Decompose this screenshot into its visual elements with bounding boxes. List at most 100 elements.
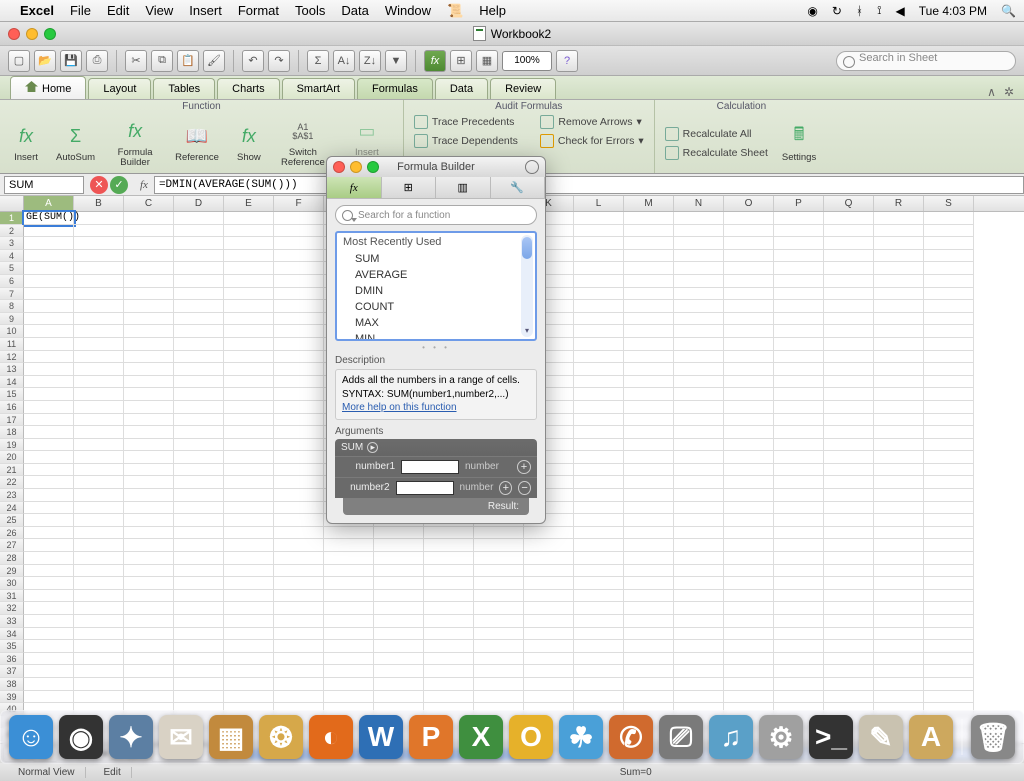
- cell[interactable]: [624, 288, 674, 301]
- cell[interactable]: [924, 489, 974, 502]
- cell[interactable]: [624, 514, 674, 527]
- cell[interactable]: [774, 602, 824, 615]
- menu-tools[interactable]: Tools: [295, 3, 325, 18]
- cell[interactable]: [724, 489, 774, 502]
- cell[interactable]: [74, 250, 124, 263]
- cell[interactable]: [624, 464, 674, 477]
- col-header-R[interactable]: R: [874, 196, 924, 211]
- cell[interactable]: [924, 376, 974, 389]
- cell[interactable]: [624, 527, 674, 540]
- cell[interactable]: [274, 262, 324, 275]
- cell[interactable]: [124, 628, 174, 641]
- cell[interactable]: [674, 489, 724, 502]
- cell[interactable]: [674, 388, 724, 401]
- cell[interactable]: [274, 363, 324, 376]
- cell[interactable]: [274, 665, 324, 678]
- trace-precedents-button[interactable]: Trace Precedents: [410, 113, 518, 131]
- cell[interactable]: [524, 602, 574, 615]
- cell[interactable]: [74, 451, 124, 464]
- cell[interactable]: [774, 464, 824, 477]
- cell[interactable]: [774, 451, 824, 464]
- row-header-20[interactable]: 20: [0, 451, 24, 464]
- cell[interactable]: [474, 678, 524, 691]
- cell[interactable]: [824, 426, 874, 439]
- cell[interactable]: [324, 628, 374, 641]
- cell[interactable]: [774, 590, 824, 603]
- cell[interactable]: [174, 678, 224, 691]
- cell[interactable]: [74, 414, 124, 427]
- cell[interactable]: [674, 401, 724, 414]
- cell[interactable]: [124, 225, 174, 238]
- col-header-Q[interactable]: Q: [824, 196, 874, 211]
- save-button[interactable]: 💾: [60, 50, 82, 72]
- cell[interactable]: [924, 363, 974, 376]
- cell[interactable]: [924, 602, 974, 615]
- cell[interactable]: [774, 678, 824, 691]
- cell[interactable]: [574, 225, 624, 238]
- cell[interactable]: [74, 565, 124, 578]
- cell[interactable]: [174, 388, 224, 401]
- cell[interactable]: [874, 250, 924, 263]
- cell[interactable]: [374, 628, 424, 641]
- row-header-35[interactable]: 35: [0, 640, 24, 653]
- cell[interactable]: [174, 653, 224, 666]
- cell[interactable]: [774, 250, 824, 263]
- cell[interactable]: [174, 237, 224, 250]
- cell[interactable]: [674, 615, 724, 628]
- cell[interactable]: [724, 275, 774, 288]
- cell[interactable]: [24, 439, 74, 452]
- cell[interactable]: [674, 665, 724, 678]
- cell[interactable]: [74, 653, 124, 666]
- cell[interactable]: [874, 552, 924, 565]
- cell[interactable]: [574, 275, 624, 288]
- cell[interactable]: [924, 502, 974, 515]
- cell[interactable]: [874, 653, 924, 666]
- cell[interactable]: [24, 426, 74, 439]
- cell[interactable]: [124, 489, 174, 502]
- row-header-5[interactable]: 5: [0, 262, 24, 275]
- cell[interactable]: [74, 376, 124, 389]
- dock-communicator[interactable]: ✆: [609, 715, 653, 759]
- cell[interactable]: [24, 653, 74, 666]
- cell[interactable]: [224, 351, 274, 364]
- cell[interactable]: [874, 237, 924, 250]
- col-header-S[interactable]: S: [924, 196, 974, 211]
- cell[interactable]: [174, 665, 224, 678]
- formula-builder-titlebar[interactable]: Formula Builder: [327, 157, 545, 177]
- cell[interactable]: [24, 539, 74, 552]
- row-header-10[interactable]: 10: [0, 325, 24, 338]
- cell[interactable]: [874, 464, 924, 477]
- cell[interactable]: [724, 237, 774, 250]
- cell[interactable]: [24, 464, 74, 477]
- window-close[interactable]: [8, 28, 20, 40]
- cell[interactable]: [624, 401, 674, 414]
- cell[interactable]: [424, 565, 474, 578]
- dock-itunes[interactable]: ♫: [709, 715, 753, 759]
- cell[interactable]: [824, 376, 874, 389]
- cell[interactable]: [374, 527, 424, 540]
- cell[interactable]: [724, 288, 774, 301]
- cell[interactable]: [674, 514, 724, 527]
- cell[interactable]: [724, 678, 774, 691]
- cell[interactable]: [524, 552, 574, 565]
- cell[interactable]: [524, 577, 574, 590]
- cell[interactable]: [774, 640, 824, 653]
- cell[interactable]: [624, 250, 674, 263]
- cell[interactable]: [674, 288, 724, 301]
- cell[interactable]: [874, 212, 924, 225]
- col-header-C[interactable]: C: [124, 196, 174, 211]
- cell[interactable]: [124, 388, 174, 401]
- select-all-corner[interactable]: [0, 196, 24, 211]
- cell[interactable]: [924, 325, 974, 338]
- cell[interactable]: [824, 325, 874, 338]
- name-box[interactable]: SUM: [4, 176, 84, 194]
- row-header-18[interactable]: 18: [0, 426, 24, 439]
- cell[interactable]: [624, 376, 674, 389]
- cell[interactable]: [724, 338, 774, 351]
- cell[interactable]: [774, 376, 824, 389]
- cell[interactable]: [924, 476, 974, 489]
- cell[interactable]: [874, 300, 924, 313]
- reference-button[interactable]: 📖Reference: [169, 121, 225, 165]
- cell[interactable]: [574, 351, 624, 364]
- cell[interactable]: [174, 313, 224, 326]
